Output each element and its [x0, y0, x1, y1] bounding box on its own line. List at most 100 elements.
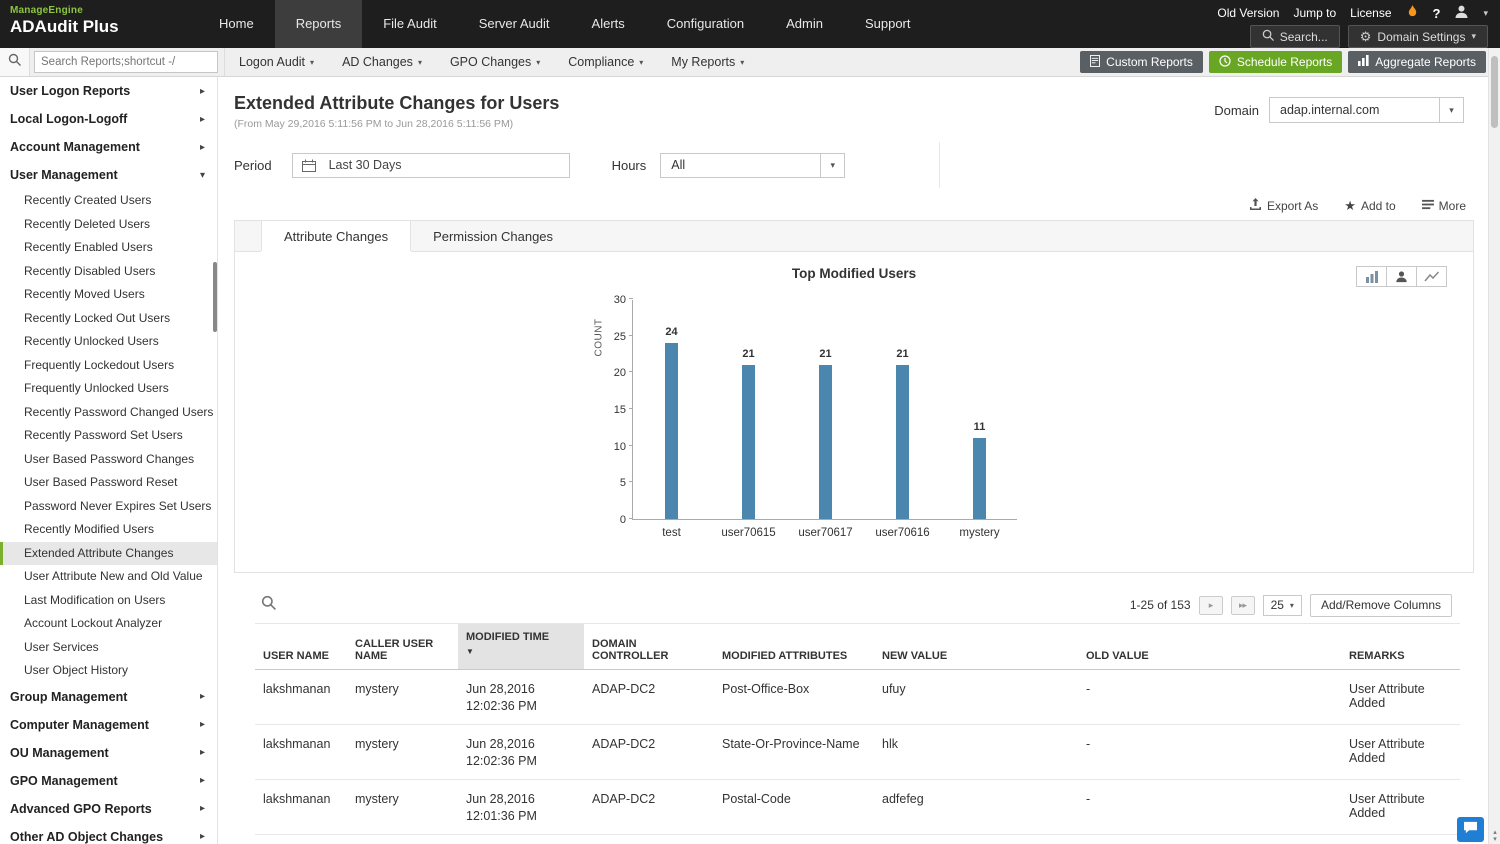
domain-select[interactable]: adap.internal.com ▾	[1269, 97, 1464, 123]
user-view-button[interactable]	[1386, 266, 1417, 287]
sidebar-item-label: Local Logon-Logoff	[10, 112, 127, 126]
page-size-value: 25	[1271, 598, 1284, 612]
user-avatar-icon[interactable]	[1454, 4, 1469, 22]
sidebar-subitem-account-lockout-analyzer[interactable]: Account Lockout Analyzer	[0, 612, 217, 636]
nav-item-home[interactable]: Home	[198, 0, 275, 48]
utility-link-old-version[interactable]: Old Version	[1217, 6, 1279, 20]
sidebar-item-computer-management[interactable]: Computer Management▸	[0, 711, 217, 739]
scrollbar-thumb[interactable]	[1491, 56, 1498, 128]
menu-logon-audit[interactable]: Logon Audit▾	[225, 48, 328, 76]
sidebar-search-button[interactable]	[0, 48, 30, 76]
sidebar-item-gpo-management[interactable]: GPO Management▸	[0, 767, 217, 795]
column-header-new-value[interactable]: NEW VALUE	[874, 624, 1078, 670]
sidebar-subitem-frequently-unlocked-users[interactable]: Frequently Unlocked Users	[0, 377, 217, 401]
nav-item-server-audit[interactable]: Server Audit	[458, 0, 571, 48]
menu-compliance[interactable]: Compliance▾	[554, 48, 657, 76]
page-size-select[interactable]: 25 ▾	[1263, 595, 1302, 616]
cell-new-value: hlk	[874, 725, 1078, 780]
column-header-domain-controller[interactable]: DOMAIN CONTROLLER	[584, 624, 714, 670]
nav-item-configuration[interactable]: Configuration	[646, 0, 765, 48]
search-button-label: Search...	[1280, 30, 1328, 44]
chevron-down-icon: ▾	[310, 58, 314, 67]
sidebar-subitem-recently-enabled-users[interactable]: Recently Enabled Users	[0, 236, 217, 260]
aggregate-reports-button[interactable]: Aggregate Reports	[1348, 51, 1486, 73]
report-search-input[interactable]	[34, 51, 218, 73]
period-picker[interactable]: Last 30 Days	[292, 153, 570, 178]
account-chevron-down-icon[interactable]: ▾	[1483, 8, 1488, 19]
add-remove-columns-button[interactable]: Add/Remove Columns	[1310, 594, 1452, 617]
sidebar-subitem-recently-locked-out-users[interactable]: Recently Locked Out Users	[0, 307, 217, 331]
table-row[interactable]: lakshmananmysteryJun 28,201612:02:36 PMA…	[255, 725, 1460, 780]
table-search-icon[interactable]	[261, 595, 276, 615]
sidebar-subitem-password-never-expires-set-users[interactable]: Password Never Expires Set Users	[0, 495, 217, 519]
search-button[interactable]: Search...	[1250, 25, 1340, 48]
nav-item-admin[interactable]: Admin	[765, 0, 844, 48]
sidebar-subitem-user-services[interactable]: User Services	[0, 636, 217, 660]
add-to-button[interactable]: ★ Add to	[1344, 196, 1395, 216]
column-header-user-name[interactable]: USER NAME	[255, 624, 347, 670]
more-button[interactable]: More	[1422, 196, 1466, 216]
table-row[interactable]: lakshmananmysteryJun 28,201612:01:36 PMA…	[255, 780, 1460, 835]
sidebar-item-other-ad-object-changes[interactable]: Other AD Object Changes▸	[0, 823, 217, 844]
sidebar-item-group-management[interactable]: Group Management▸	[0, 683, 217, 711]
nav-item-reports[interactable]: Reports	[275, 0, 363, 48]
page-scrollbar[interactable]: ▴▾	[1488, 48, 1500, 844]
sidebar-subitem-recently-deleted-users[interactable]: Recently Deleted Users	[0, 213, 217, 237]
domain-settings-label: Domain Settings	[1377, 30, 1465, 44]
sidebar-item-ou-management[interactable]: OU Management▸	[0, 739, 217, 767]
sidebar-item-user-management[interactable]: User Management▾	[0, 161, 217, 189]
cell-modified-time: Jun 28,201612:01:36 PM	[458, 780, 584, 835]
sidebar-subitem-recently-password-changed-users[interactable]: Recently Password Changed Users	[0, 401, 217, 425]
column-header-modified-attributes[interactable]: MODIFIED ATTRIBUTES	[714, 624, 874, 670]
sidebar-subitem-recently-moved-users[interactable]: Recently Moved Users	[0, 283, 217, 307]
next-page-button[interactable]: ▸	[1199, 596, 1223, 615]
sidebar-subitem-frequently-lockedout-users[interactable]: Frequently Lockedout Users	[0, 354, 217, 378]
bar-chart-view-button[interactable]	[1356, 266, 1387, 287]
menu-gpo-changes[interactable]: GPO Changes▾	[436, 48, 554, 76]
column-header-remarks[interactable]: REMARKS	[1341, 624, 1460, 670]
table-row[interactable]: lakshmananmysteryJun 28,201612:02:36 PMA…	[255, 670, 1460, 725]
sidebar-subitem-user-attribute-new-and-old-value[interactable]: User Attribute New and Old Value	[0, 565, 217, 589]
sidebar-subitem-recently-created-users[interactable]: Recently Created Users	[0, 189, 217, 213]
sidebar-item-label: Account Management	[10, 140, 140, 154]
nav-item-support[interactable]: Support	[844, 0, 932, 48]
sidebar-subitem-user-object-history[interactable]: User Object History	[0, 659, 217, 683]
last-page-button[interactable]: ▸▸	[1231, 596, 1255, 615]
tab-attribute-changes[interactable]: Attribute Changes	[261, 221, 411, 251]
sidebar-subitem-user-based-password-reset[interactable]: User Based Password Reset	[0, 471, 217, 495]
menu-ad-changes[interactable]: AD Changes▾	[328, 48, 436, 76]
x-category-label: mystery	[959, 527, 999, 539]
table-controls: 1-25 of 153 ▸ ▸▸ 25 ▾ Add/Remove Columns	[255, 587, 1460, 623]
flame-icon[interactable]	[1406, 5, 1419, 22]
line-chart-view-button[interactable]	[1416, 266, 1447, 287]
schedule-reports-button[interactable]: Schedule Reports	[1209, 51, 1342, 73]
sidebar-item-local-logon-logoff[interactable]: Local Logon-Logoff▸	[0, 105, 217, 133]
chat-widget-button[interactable]	[1457, 817, 1484, 842]
sidebar-subitem-extended-attribute-changes[interactable]: Extended Attribute Changes	[0, 542, 217, 566]
sidebar-subitem-user-based-password-changes[interactable]: User Based Password Changes	[0, 448, 217, 472]
column-header-old-value[interactable]: OLD VALUE	[1078, 624, 1341, 670]
utility-link-jump-to[interactable]: Jump to	[1293, 6, 1336, 20]
utility-link-license[interactable]: License	[1350, 6, 1391, 20]
menu-my-reports[interactable]: My Reports▾	[657, 48, 758, 76]
export-as-button[interactable]: Export As	[1249, 196, 1318, 216]
column-header-modified-time[interactable]: MODIFIED TIME▼	[458, 624, 584, 670]
column-header-caller-user-name[interactable]: CALLER USER NAME	[347, 624, 458, 670]
nav-item-alerts[interactable]: Alerts	[571, 0, 646, 48]
sidebar-item-user-logon-reports[interactable]: User Logon Reports▸	[0, 77, 217, 105]
sidebar-subitem-recently-unlocked-users[interactable]: Recently Unlocked Users	[0, 330, 217, 354]
sidebar-subitem-recently-disabled-users[interactable]: Recently Disabled Users	[0, 260, 217, 284]
sidebar-subitem-recently-password-set-users[interactable]: Recently Password Set Users	[0, 424, 217, 448]
help-icon[interactable]: ?	[1433, 6, 1441, 21]
domain-settings-button[interactable]: ⚙ Domain Settings ▾	[1348, 25, 1488, 48]
scrollbar-arrows[interactable]: ▴▾	[1489, 829, 1500, 843]
sidebar-item-advanced-gpo-reports[interactable]: Advanced GPO Reports▸	[0, 795, 217, 823]
sidebar-subitem-recently-modified-users[interactable]: Recently Modified Users	[0, 518, 217, 542]
sidebar-item-account-management[interactable]: Account Management▸	[0, 133, 217, 161]
sidebar-scrollbar-thumb[interactable]	[213, 262, 217, 332]
nav-item-file-audit[interactable]: File Audit	[362, 0, 457, 48]
hours-select[interactable]: All ▾	[660, 153, 845, 178]
tab-permission-changes[interactable]: Permission Changes	[411, 221, 575, 251]
sidebar-subitem-last-modification-on-users[interactable]: Last Modification on Users	[0, 589, 217, 613]
custom-reports-button[interactable]: Custom Reports	[1080, 51, 1203, 73]
